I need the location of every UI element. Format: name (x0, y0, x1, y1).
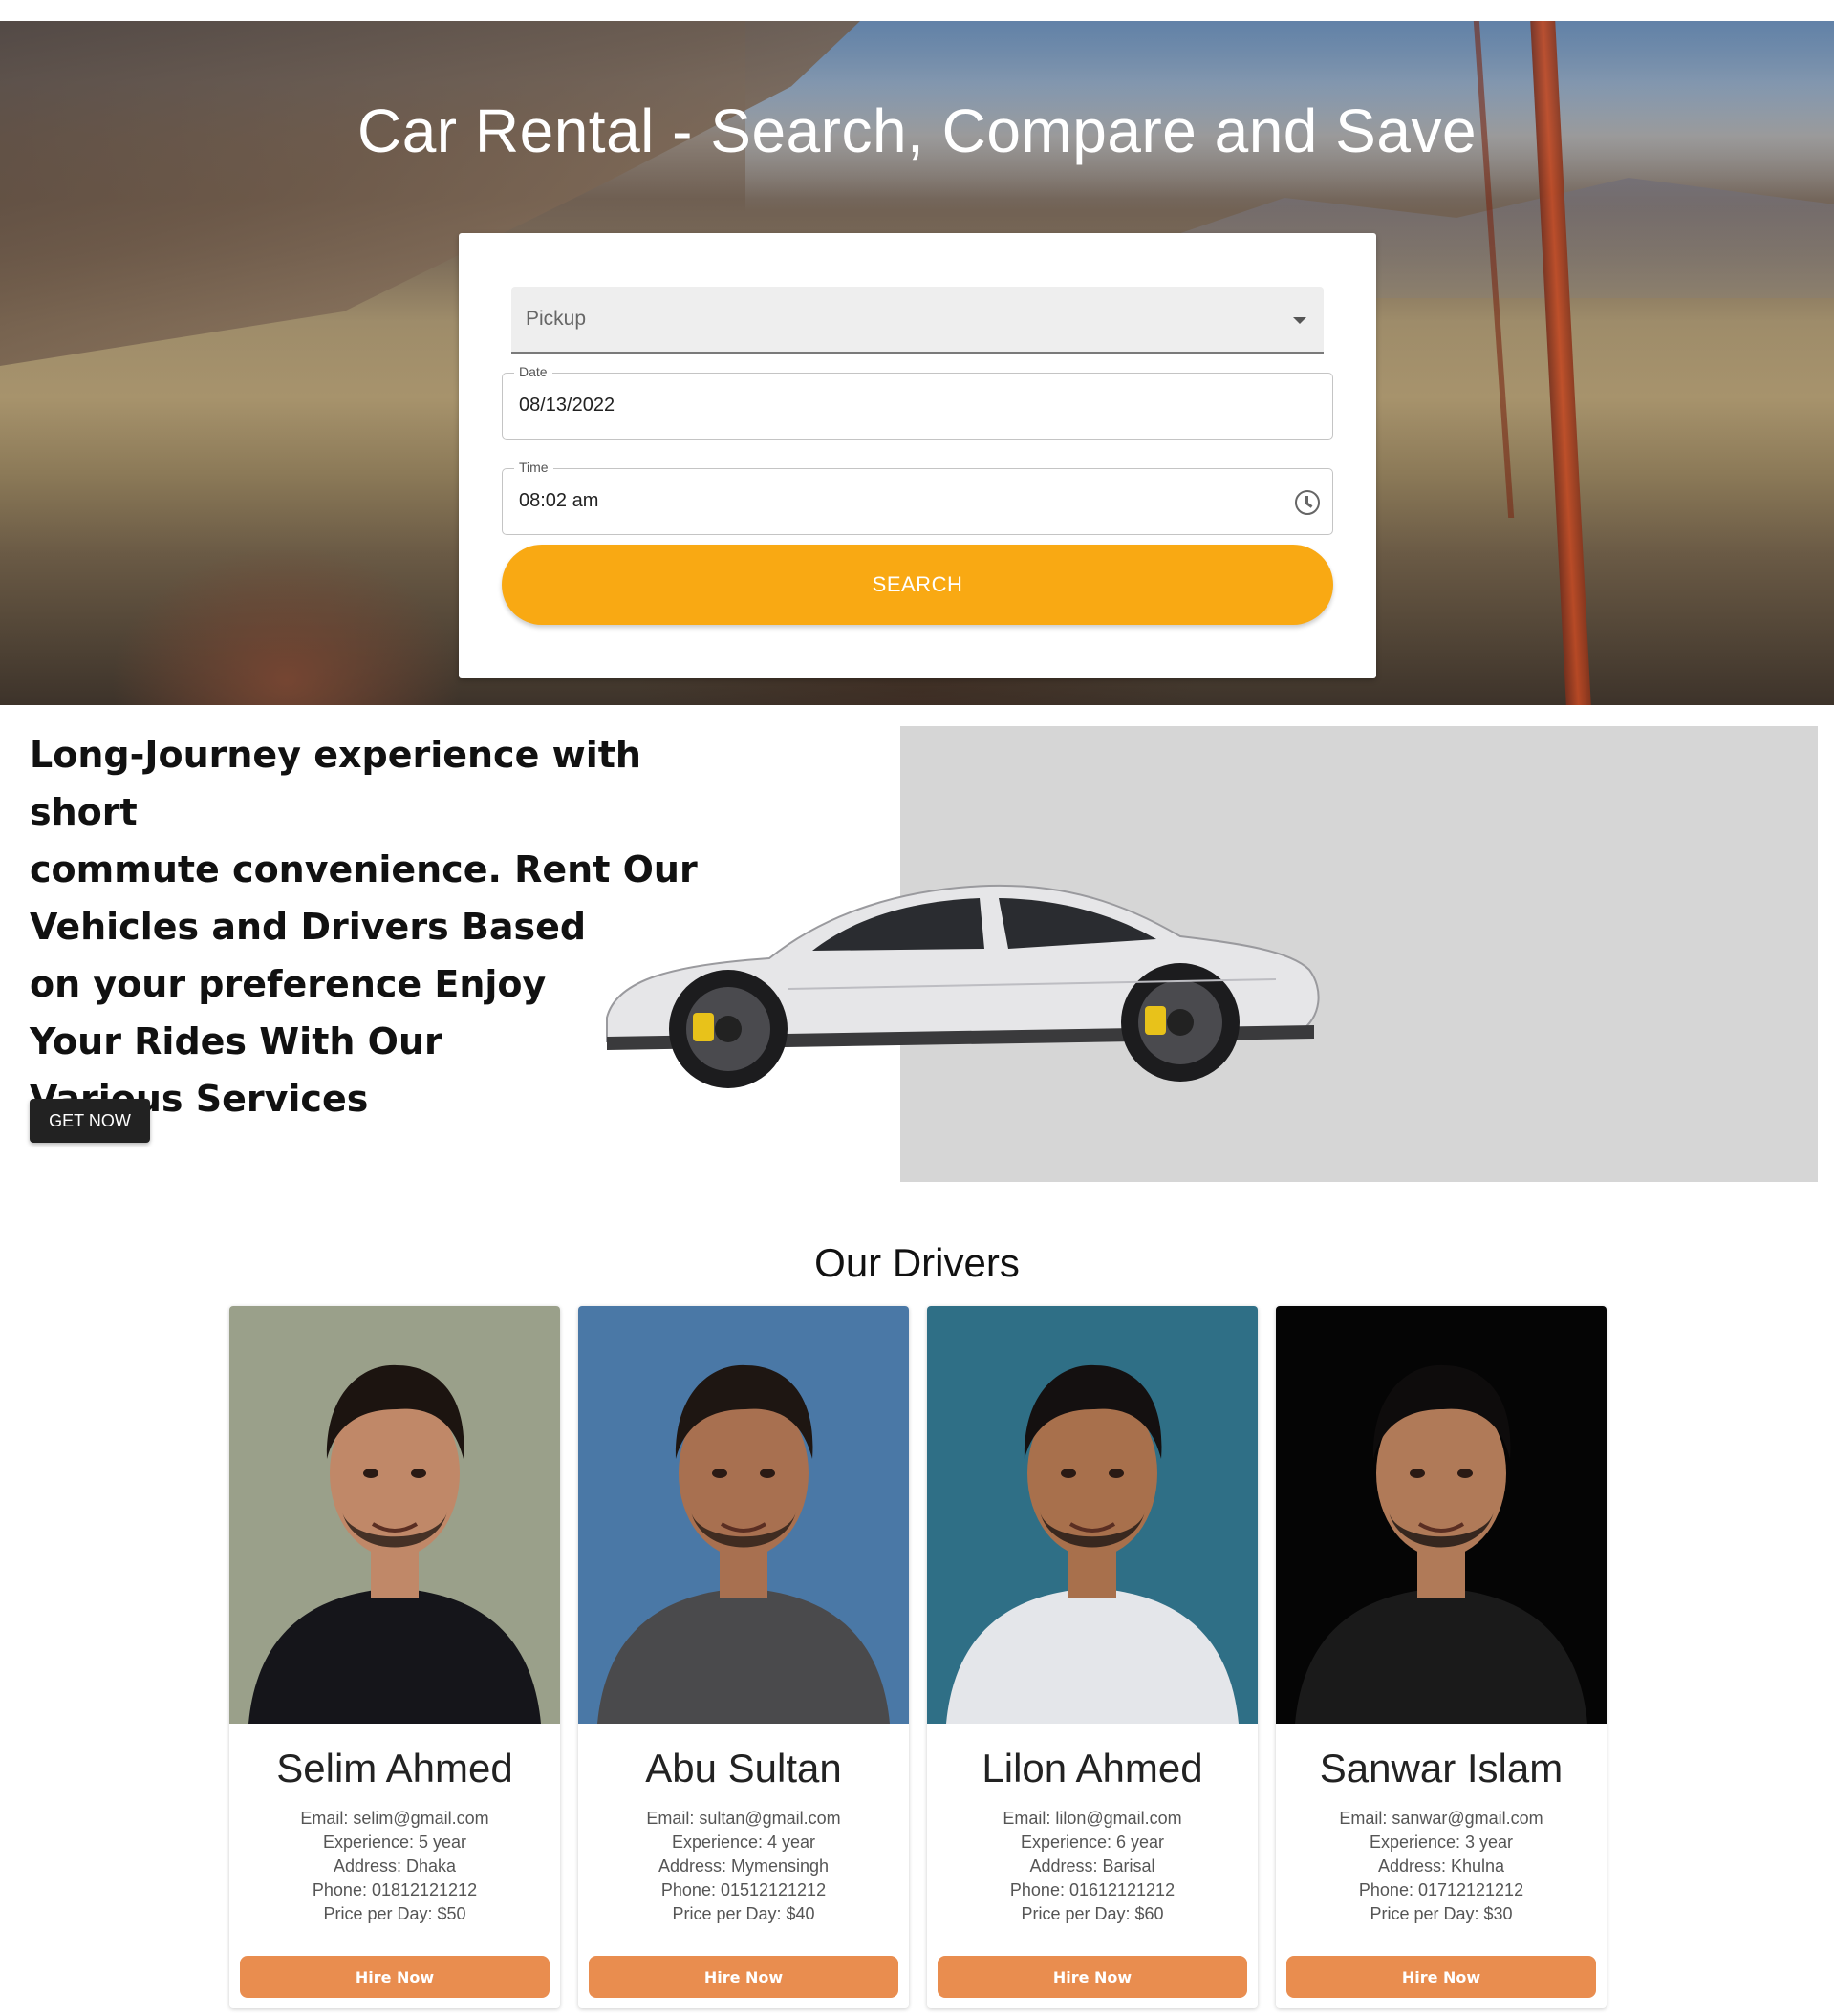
driver-card: Abu Sultan Email: sultan@gmail.com Exper… (578, 1306, 909, 2008)
driver-phone: Phone: 01812121212 (312, 1880, 478, 1899)
driver-address: Address: Khulna (1377, 1856, 1505, 1876)
driver-email: Email: sanwar@gmail.com (1339, 1809, 1543, 1828)
pickup-select[interactable]: Pickup (511, 287, 1324, 354)
time-field[interactable]: Time (502, 460, 1333, 535)
hire-now-button[interactable]: Hire Now (589, 1956, 898, 1998)
driver-info: Email: selim@gmail.com Experience: 5 yea… (229, 1807, 560, 1926)
portrait-illustration (927, 1306, 1258, 1724)
hire-now-button[interactable]: Hire Now (240, 1956, 550, 1998)
get-now-button[interactable]: GET NOW (30, 1099, 150, 1143)
portrait-illustration (229, 1306, 560, 1724)
time-input[interactable] (519, 490, 1245, 512)
hire-now-button[interactable]: Hire Now (938, 1956, 1247, 1998)
pickup-placeholder: Pickup (526, 308, 587, 330)
driver-phone: Phone: 01512121212 (660, 1880, 827, 1899)
driver-info: Email: lilon@gmail.com Experience: 6 yea… (927, 1807, 1258, 1926)
driver-info: Email: sultan@gmail.com Experience: 4 ye… (578, 1807, 909, 1926)
car-image (606, 884, 1320, 1088)
driver-photo (927, 1306, 1258, 1724)
driver-experience: Experience: 3 year (1369, 1833, 1514, 1852)
driver-card: Sanwar Islam Email: sanwar@gmail.com Exp… (1276, 1306, 1607, 2008)
driver-name: Abu Sultan (645, 1746, 842, 1791)
driver-email: Email: lilon@gmail.com (1003, 1809, 1182, 1828)
driver-price: Price per Day: $30 (1370, 1904, 1513, 1923)
driver-experience: Experience: 5 year (322, 1833, 467, 1852)
driver-name: Sanwar Islam (1319, 1746, 1564, 1791)
driver-email: Email: sultan@gmail.com (646, 1809, 841, 1828)
driver-address: Address: Barisal (1029, 1856, 1155, 1876)
driver-email: Email: selim@gmail.com (300, 1809, 489, 1828)
clock-icon[interactable] (1295, 490, 1320, 515)
driver-card: Lilon Ahmed Email: lilon@gmail.com Exper… (927, 1306, 1258, 2008)
promo-line: Long-Journey experience with short (30, 734, 641, 833)
driver-experience: Experience: 6 year (1020, 1833, 1165, 1852)
driver-price: Price per Day: $40 (672, 1904, 815, 1923)
portrait-illustration (578, 1306, 909, 1724)
driver-name: Selim Ahmed (276, 1746, 513, 1791)
search-form: Pickup Date Time SEARCH (459, 233, 1376, 678)
driver-photo (1276, 1306, 1607, 1724)
driver-experience: Experience: 4 year (671, 1833, 816, 1852)
date-label: Date (514, 364, 552, 379)
driver-photo (578, 1306, 909, 1724)
driver-price: Price per Day: $60 (1021, 1904, 1164, 1923)
driver-address: Address: Dhaka (333, 1856, 457, 1876)
driver-info: Email: sanwar@gmail.com Experience: 3 ye… (1276, 1807, 1607, 1926)
driver-phone: Phone: 01712121212 (1358, 1880, 1524, 1899)
driver-price: Price per Day: $50 (323, 1904, 466, 1923)
hero-title: Car Rental - Search, Compare and Save (356, 97, 1478, 165)
portrait-illustration (1276, 1306, 1607, 1724)
driver-photo (229, 1306, 560, 1724)
driver-card: Selim Ahmed Email: selim@gmail.com Exper… (229, 1306, 560, 2008)
hero-banner: Car Rental - Search, Compare and Save Pi… (0, 21, 1834, 705)
drivers-title: Our Drivers (814, 1240, 1020, 1285)
hire-now-button[interactable]: Hire Now (1286, 1956, 1596, 1998)
search-button[interactable]: SEARCH (502, 545, 1333, 625)
driver-phone: Phone: 01612121212 (1009, 1880, 1176, 1899)
time-label: Time (514, 460, 553, 475)
driver-name: Lilon Ahmed (982, 1746, 1203, 1791)
driver-address: Address: Mymensingh (658, 1856, 830, 1876)
caret-down-icon (1293, 317, 1306, 324)
date-input[interactable] (519, 395, 1245, 417)
date-field[interactable]: Date (502, 364, 1333, 440)
